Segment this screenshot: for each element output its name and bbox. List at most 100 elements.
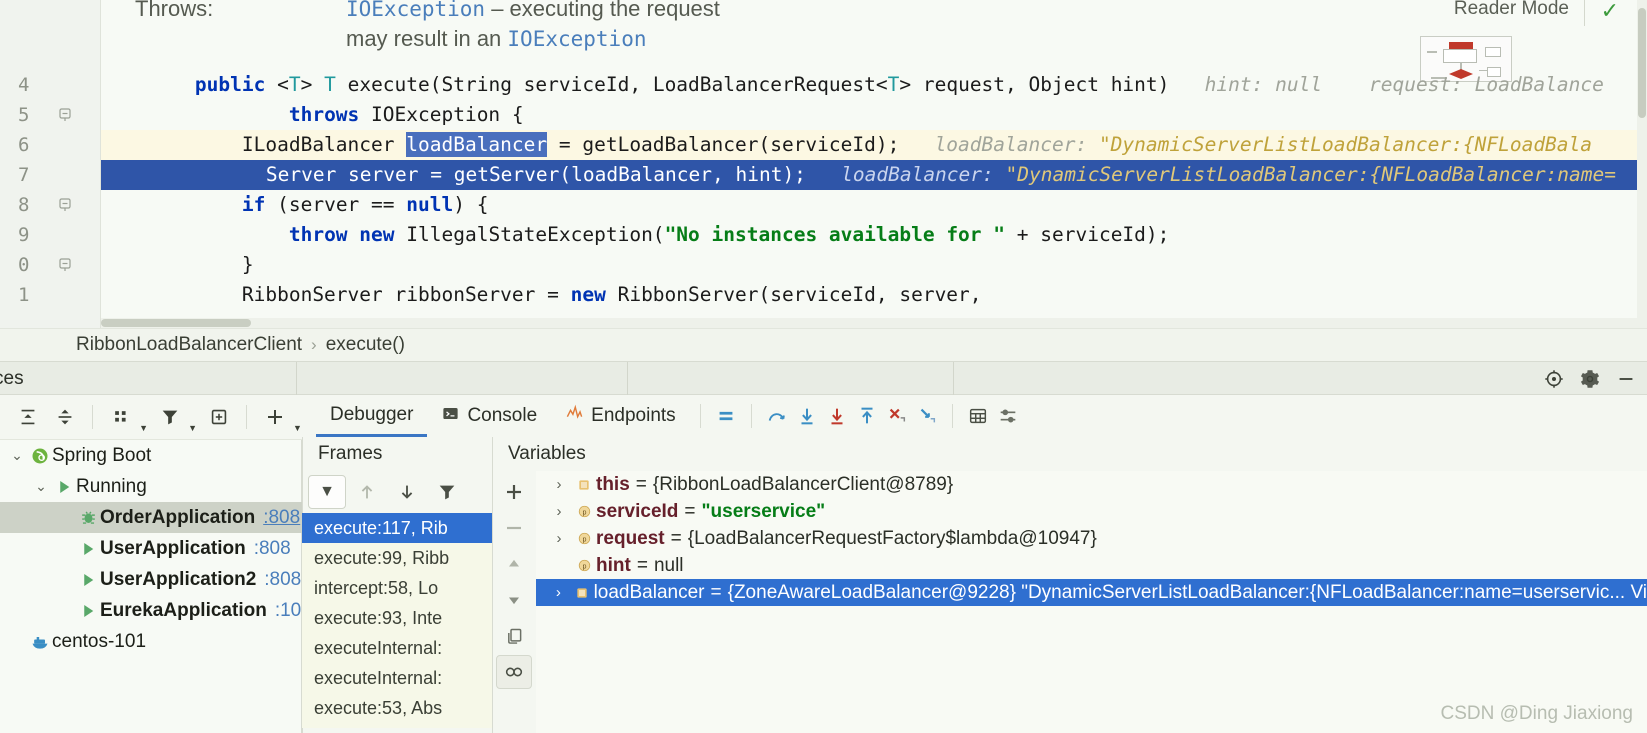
add-caret-icon[interactable]: ▼ [293,423,302,433]
code-token: new [359,223,395,246]
variable-row[interactable]: › p serviceId = "userservice" [536,498,1647,525]
remove-icon[interactable] [496,511,532,545]
tool-window-actions[interactable] [1543,368,1637,390]
chevron-right-icon[interactable]: › [546,503,572,520]
frame-row[interactable]: execute:117, Rib [302,513,492,543]
service-tree-item-orderapplication[interactable]: OrderApplication:808 [0,502,302,533]
down-icon[interactable] [496,583,532,617]
service-tree-item-label: EurekaApplication [100,599,267,621]
tool-window-title: rvices [0,368,24,389]
chevron-down-icon[interactable]: ⌄ [6,447,28,464]
copy-icon[interactable] [496,619,532,653]
frame-row[interactable]: execute:53, Abs [302,693,492,723]
thread-select-icon[interactable]: ▼ [308,475,346,509]
chevron-right-icon[interactable]: › [546,476,572,493]
code-line[interactable]: } [101,250,1647,280]
editor-horizontal-scrollbar[interactable] [101,318,1637,328]
variables-list[interactable]: › this = {RibbonLoadBalancerClient@8789} › p s… [536,471,1647,733]
frame-row[interactable]: executeInternal: [302,663,492,693]
add-icon[interactable] [259,400,290,434]
spring-boot-icon [28,446,52,466]
code-line[interactable]: RibbonServer ribbonServer = new RibbonSe… [101,280,1647,310]
service-tree-item-userapplication2[interactable]: UserApplication2 :808 [0,564,302,595]
header-divider-3 [953,362,954,396]
toolbar-divider-2 [246,405,247,429]
code-line[interactable]: public <T> T execute(String serviceId, L… [101,70,1647,100]
editor-vertical-scrollbar[interactable] [1637,0,1647,328]
code-token: public [194,73,266,96]
editor-gutter[interactable]: 4 5 6 7 8 9 0 1 [0,0,100,328]
frame-row[interactable]: intercept:58, Lo [302,573,492,603]
services-toolbar[interactable]: ▼ ▼ ▼ [0,395,302,440]
code-editor[interactable]: 4 5 6 7 8 9 0 1 Throws: IOException – executing… [0,0,1647,328]
target-icon[interactable] [1543,368,1565,390]
code-line[interactable]: throws IOException { [101,100,1647,130]
chevron-right-icon[interactable]: › [546,530,572,547]
up-icon[interactable] [496,547,532,581]
code-line[interactable]: ILoadBalancer loadBalancer = getLoadBala… [101,130,1647,160]
inspection-check-icon[interactable]: ✓ [1601,0,1619,24]
variable-row[interactable]: › this = {RibbonLoadBalancerClient@8789} [536,471,1647,498]
up-icon[interactable] [348,475,386,509]
service-tree-item-userapplication[interactable]: UserApplication:808 [0,533,302,564]
svg-text:p: p [582,536,586,544]
code-token: T [288,73,301,96]
frames-toolbar[interactable]: ▼ [302,471,492,513]
javadoc-type-1: IOException [346,0,486,21]
frame-row[interactable]: execute:99, Ribb [302,543,492,573]
code-fold-icon[interactable] [58,258,72,272]
debug-tool-window: ▼ ▼ ▼ ⌄ Spring Boot ⌄ Running OrderAppli… [0,395,1647,733]
add-icon[interactable] [496,475,532,509]
code-token: if [241,193,266,216]
chevron-right-icon[interactable]: › [546,584,571,601]
group-by-caret-icon[interactable]: ▼ [139,423,148,433]
service-port-link[interactable]: :808 [254,538,291,560]
gear-icon[interactable] [1579,368,1601,390]
code-line[interactable]: Server server = getServer(loadBalancer, … [101,160,1647,190]
code-fold-icon[interactable] [58,198,72,212]
filter-icon[interactable] [428,475,466,509]
breadcrumb-class[interactable]: RibbonLoadBalancerClient [76,334,302,356]
chevron-down-icon[interactable]: ⌄ [30,478,52,495]
variables-toolbar[interactable] [492,471,536,733]
add-tab-icon[interactable] [203,400,234,434]
editor-vertical-scroll-thumb[interactable] [1638,8,1646,118]
editor-horizontal-scroll-thumb[interactable] [101,319,251,327]
service-port-link[interactable]: :808 [263,507,300,529]
variable-name: this [596,473,630,495]
javadoc-line-1: IOException – executing the request [346,0,720,22]
collapse-all-icon[interactable] [49,400,80,434]
variable-row[interactable]: › loadBalancer = {ZoneAwareLoadBalancer@922… [536,579,1647,606]
down-icon[interactable] [388,475,426,509]
code-token: > [300,73,325,96]
minimize-icon[interactable] [1615,368,1637,390]
tab-debugger[interactable]: Debugger [316,395,428,437]
group-by-icon[interactable] [105,400,136,434]
frame-row[interactable]: execute:93, Inte [302,603,492,633]
code-line[interactable]: if (server == null) { [101,190,1647,220]
service-tree-item-running[interactable]: ⌄ Running [0,471,302,502]
filter-caret-icon[interactable]: ▼ [188,423,197,433]
breadcrumb[interactable]: RibbonLoadBalancerClient › execute() [0,328,1647,361]
frame-row[interactable]: executeInternal: [302,633,492,663]
service-tree-item-label: UserApplication2 [100,568,257,590]
service-tree-item-eurekaapplication[interactable]: EurekaApplication :10 [0,595,302,626]
service-port-link[interactable]: :10 [275,600,301,622]
services-tree[interactable]: ⌄ Spring Boot ⌄ Running OrderApplication:808… [0,440,302,733]
filter-icon[interactable] [154,400,185,434]
code-line[interactable]: throw new IllegalStateException("No inst… [101,220,1647,250]
service-tree-item-centos-101[interactable]: centos-101 [0,626,302,657]
variable-value: null [653,554,684,576]
code-fold-icon[interactable] [58,108,72,122]
service-port-link[interactable]: :808 [264,569,301,591]
watches-icon[interactable] [496,655,532,689]
tool-window-header: rvices [0,361,1647,396]
breadcrumb-method[interactable]: execute() [326,334,405,356]
service-tree-item-spring-boot[interactable]: ⌄ Spring Boot [0,440,302,471]
code-token: = getLoadBalancer(serviceId); [547,133,900,156]
variable-row[interactable]: p hint = null [536,552,1647,579]
expand-all-icon[interactable] [12,400,43,434]
reader-mode-label[interactable]: Reader Mode [1454,0,1569,20]
variable-row[interactable]: › p request = {LoadBalancerRequestFactory$la… [536,525,1647,552]
frames-list[interactable]: execute:117, Rib execute:99, Ribb intercep… [302,513,492,728]
